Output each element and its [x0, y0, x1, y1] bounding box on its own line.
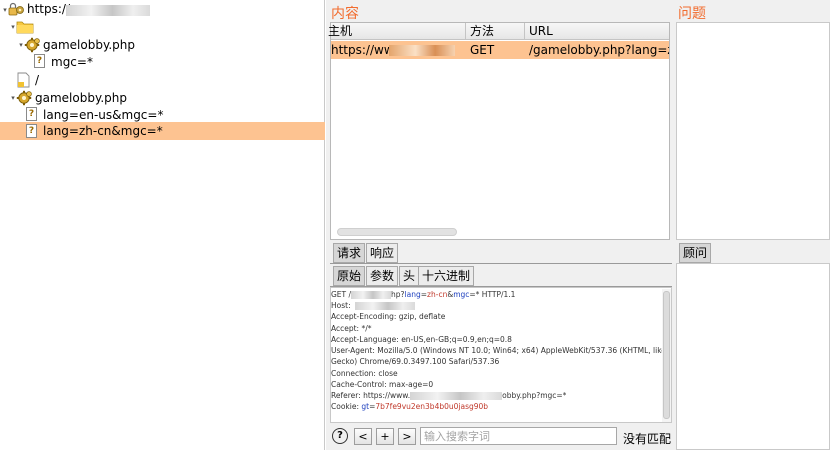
scrollbar-thumb[interactable]: [663, 291, 670, 419]
tree-row-lang-en[interactable]: ? lang=en-us&mgc=*: [0, 106, 325, 123]
header-cache-control: Cache-Control: max-age=0: [331, 380, 434, 389]
header-accept-language: Accept-Language: en-US,en-GB;q=0.9,en;q=…: [331, 335, 512, 344]
unknown-file-icon: ?: [34, 54, 45, 68]
tree-item-label: /: [35, 73, 40, 87]
cell-method: GET: [470, 43, 495, 57]
issues-title: 问题: [678, 6, 706, 22]
next-match-button[interactable]: >: [398, 428, 416, 445]
content-table[interactable]: 主机 方法 URL https://www. GET /gamelobby.ph…: [328, 22, 670, 240]
tab-headers[interactable]: 头: [399, 266, 420, 286]
header-host: Host:: [331, 300, 415, 311]
tree-row-slash[interactable]: /: [0, 71, 325, 88]
tree-item-label: lang=zh-cn&mgc=*: [43, 124, 163, 138]
redacted-host: [354, 302, 415, 310]
request-viewer[interactable]: GET / hp?lang=zh-cn&mgc=* HTTP/1.1 Host: …: [330, 287, 672, 423]
redacted-host: [66, 5, 150, 16]
folder-icon: [16, 19, 34, 34]
tree-row-gamelobby-2[interactable]: ▾ gamelobby.php: [0, 89, 325, 106]
tab-request[interactable]: 请求: [333, 243, 366, 263]
tree-item-label: gamelobby.php: [43, 38, 135, 52]
header-accept-encoding: Accept-Encoding: gzip, deflate: [331, 312, 446, 321]
tree-item-label: lang=en-us&mgc=*: [43, 108, 164, 122]
tree-item-label: gamelobby.php: [35, 91, 127, 105]
tab-raw[interactable]: 原始: [333, 266, 366, 286]
site-map-tree: ▾ https:// ▾ ▾ gamelobby.php ? mgc=* / ▾…: [0, 0, 325, 450]
tree-item-label: mgc=*: [51, 55, 93, 69]
cell-url: /gamelobby.php?lang=z...: [529, 43, 669, 57]
advisory-content: [676, 263, 830, 450]
column-header-url[interactable]: URL: [526, 23, 669, 40]
gear-file-icon: [16, 90, 32, 106]
table-row[interactable]: https://www. GET /gamelobby.php?lang=z..…: [331, 41, 669, 59]
content-title: 内容: [331, 6, 359, 22]
column-header-host[interactable]: 主机: [325, 23, 466, 40]
message-tabs: 请求 响应: [333, 243, 673, 264]
tab-params[interactable]: 参数: [366, 266, 399, 286]
redacted-path: [351, 291, 392, 299]
redacted-host: [389, 45, 455, 56]
tree-row-folder[interactable]: ▾: [0, 18, 325, 35]
header-connection: Connection: close: [331, 369, 398, 378]
tree-row-lang-zh[interactable]: ? lang=zh-cn&mgc=*: [0, 122, 325, 140]
horizontal-scrollbar[interactable]: [337, 228, 457, 236]
root-url-label: https://: [27, 2, 71, 16]
tab-response[interactable]: 响应: [366, 243, 399, 263]
site-lock-icon: [8, 2, 24, 17]
tree-row-gamelobby-1[interactable]: ▾ gamelobby.php: [0, 36, 325, 53]
column-header-method[interactable]: 方法: [467, 23, 525, 40]
page-file-icon: [16, 72, 31, 88]
search-input[interactable]: [420, 427, 617, 445]
match-status: 没有匹配: [623, 432, 672, 446]
header-referer: Referer: https://www. obby.php?mgc=*: [331, 391, 567, 400]
tab-hex[interactable]: 十六进制: [418, 266, 475, 286]
tab-divider: [330, 263, 672, 264]
header-cookie: Cookie: gt=7b7fe9vu2en3b4b0u0jasg90b: [331, 402, 489, 411]
tree-row-root[interactable]: ▾ https://: [0, 1, 325, 18]
tree-row-mgc[interactable]: ? mgc=*: [0, 53, 325, 70]
prev-match-button[interactable]: <: [354, 428, 372, 445]
header-user-agent: User-Agent: Mozilla/5.0 (Windows NT 10.0…: [331, 346, 666, 355]
request-line: GET / hp?lang=zh-cn&mgc=* HTTP/1.1: [331, 290, 516, 299]
unknown-file-icon: ?: [26, 124, 37, 138]
advisory-tabs: 顾问: [679, 243, 829, 264]
table-header: 主机 方法 URL: [328, 23, 669, 40]
help-icon[interactable]: ?: [332, 428, 348, 444]
redacted-referer: [410, 392, 503, 400]
tab-advisory[interactable]: 顾问: [679, 243, 712, 263]
add-button[interactable]: +: [376, 428, 394, 445]
issues-list[interactable]: [676, 22, 830, 240]
header-user-agent-cont: Gecko) Chrome/69.0.3497.100 Safari/537.3…: [331, 357, 500, 366]
view-tabs: 原始 参数 头 十六进制: [333, 266, 673, 287]
unknown-file-icon: ?: [26, 107, 37, 121]
header-accept: Accept: */*: [331, 324, 372, 333]
gear-file-icon: [24, 37, 40, 53]
